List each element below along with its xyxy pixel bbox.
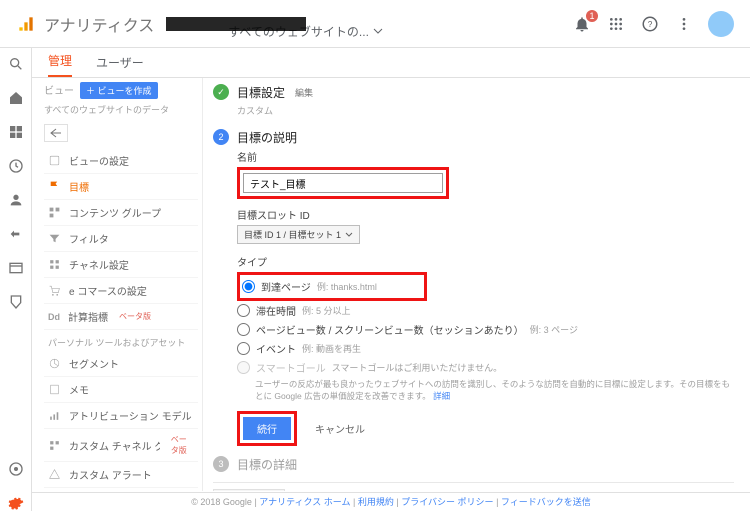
sidebar-item-dd[interactable]: Dd計算指標ベータ版 xyxy=(44,304,198,330)
continue-button[interactable]: 続行 xyxy=(243,417,291,440)
home-icon[interactable] xyxy=(8,90,24,106)
back-button[interactable] xyxy=(44,124,68,142)
bell-icon[interactable]: 1 xyxy=(572,14,592,34)
app-title: アナリティクス xyxy=(44,12,154,36)
sidebar-item-ecommerce[interactable]: e コマースの設定 xyxy=(44,278,198,304)
step2-number-icon: 2 xyxy=(213,129,229,145)
step3-title: 目標の詳細 xyxy=(237,456,297,473)
step1-subtitle: カスタム xyxy=(237,104,734,117)
clock-icon[interactable] xyxy=(8,158,24,174)
acquisition-icon[interactable] xyxy=(8,226,24,242)
continue-highlight: 続行 xyxy=(237,411,297,446)
footer-home-link[interactable]: アナリティクス ホーム xyxy=(259,497,350,507)
footer-tos-link[interactable]: 利用規約 xyxy=(358,497,394,507)
bell-badge: 1 xyxy=(586,10,598,22)
outer-cancel-button[interactable]: キャンセル xyxy=(213,489,285,491)
step3-number-icon: 3 xyxy=(213,456,229,472)
tabs: 管理 ユーザー xyxy=(32,48,750,78)
name-input[interactable] xyxy=(243,173,443,193)
step1-check-icon: ✓ xyxy=(213,84,229,100)
smart-more-link[interactable]: 詳細 xyxy=(433,391,450,401)
sidebar-item-content-group[interactable]: コンテンツ グループ xyxy=(44,200,198,226)
tab-admin[interactable]: 管理 xyxy=(48,52,72,77)
create-view-button[interactable]: ＋ ビューを作成 xyxy=(80,82,158,99)
admin-gear-icon[interactable] xyxy=(8,495,24,511)
search-icon[interactable] xyxy=(8,56,24,72)
sidebar-item-segment[interactable]: セグメント xyxy=(44,351,198,377)
sidebar: ビュー ＋ ビューを作成 すべてのウェブサイトのデータ ビューの設定 目標 コンテ… xyxy=(32,78,202,491)
footer-feedback-link[interactable]: フィードバックを送信 xyxy=(501,497,591,507)
footer-privacy-link[interactable]: プライバシー ポリシー xyxy=(401,497,493,507)
sidebar-item-view-settings[interactable]: ビューの設定 xyxy=(44,148,198,174)
smart-note: ユーザーの反応が最も良かったウェブサイトへの訪問を識別し、そのような訪問を自動的… xyxy=(237,379,734,403)
discover-icon[interactable] xyxy=(8,461,24,477)
type-label: タイプ xyxy=(237,254,734,269)
conversion-icon[interactable] xyxy=(8,294,24,310)
view-label: ビュー xyxy=(44,86,74,97)
sidebar-item-memo[interactable]: メモ xyxy=(44,377,198,403)
behavior-icon[interactable] xyxy=(8,260,24,276)
apps-icon[interactable] xyxy=(606,14,626,34)
more-icon[interactable] xyxy=(674,14,694,34)
nav-rail xyxy=(0,48,32,511)
inner-cancel-button[interactable]: キャンセル xyxy=(307,411,373,446)
sidebar-item-attribution[interactable]: アトリビューション モデル xyxy=(44,403,198,429)
type-radio-dwell[interactable]: 滞在時間例: 5 分以上 xyxy=(237,301,734,320)
ga-logo-icon xyxy=(16,14,36,34)
type-highlight: 到達ページ例: thanks.html xyxy=(237,272,427,301)
slot-label: 目標スロット ID xyxy=(237,207,734,222)
step1-edit-link[interactable]: 編集 xyxy=(295,86,313,99)
sidebar-item-custom-alert[interactable]: カスタム アラート xyxy=(44,462,198,488)
audience-icon[interactable] xyxy=(8,192,24,208)
top-icons: 1 ? xyxy=(572,11,742,37)
step2-title: 目標の説明 xyxy=(237,129,297,146)
avatar[interactable] xyxy=(708,11,734,37)
property-switcher[interactable]: すべてのウェブサイトの... xyxy=(166,7,383,40)
content: ✓ 目標設定編集 カスタム 2 目標の説明 名前 目標スロット ID 目標 ID… xyxy=(202,78,750,491)
slot-select[interactable]: 目標 ID 1 / 目標セット 1 xyxy=(237,225,360,244)
help-icon[interactable]: ? xyxy=(640,14,660,34)
sidebar-item-goal[interactable]: 目標 xyxy=(44,174,198,200)
footer: © 2018 Google | アナリティクス ホーム | 利用規約 | プライ… xyxy=(32,492,750,510)
dashboard-icon[interactable] xyxy=(8,124,24,140)
svg-text:?: ? xyxy=(648,20,653,29)
sidebar-item-custom-channel[interactable]: カスタム チャネル グループ ベータ版 xyxy=(44,429,198,462)
step1-title: 目標設定 xyxy=(237,84,285,101)
type-radio-pv[interactable]: ページビュー数 / スクリーンビュー数（セッションあたり）例: 3 ページ xyxy=(237,320,734,339)
tab-user[interactable]: ユーザー xyxy=(96,54,144,77)
topbar: アナリティクス すべてのウェブサイトの... 1 ? xyxy=(0,0,750,48)
type-radio-smart: スマートゴールスマートゴールはご利用いただけません。 xyxy=(237,358,734,377)
sidebar-item-mail[interactable]: メール配信スケジュール xyxy=(44,488,198,491)
name-highlight xyxy=(237,167,449,199)
sidebar-item-filter[interactable]: フィルタ xyxy=(44,226,198,252)
sidebar-section-personal: パーソナル ツールおよびアセット xyxy=(44,336,198,349)
name-label: 名前 xyxy=(237,149,734,164)
type-radio-event[interactable]: イベント例: 動画を再生 xyxy=(237,339,734,358)
view-subtitle: すべてのウェブサイトのデータ xyxy=(44,103,198,116)
type-radio-dest[interactable]: 到達ページ例: thanks.html xyxy=(242,277,422,296)
sidebar-item-channel[interactable]: チャネル設定 xyxy=(44,252,198,278)
